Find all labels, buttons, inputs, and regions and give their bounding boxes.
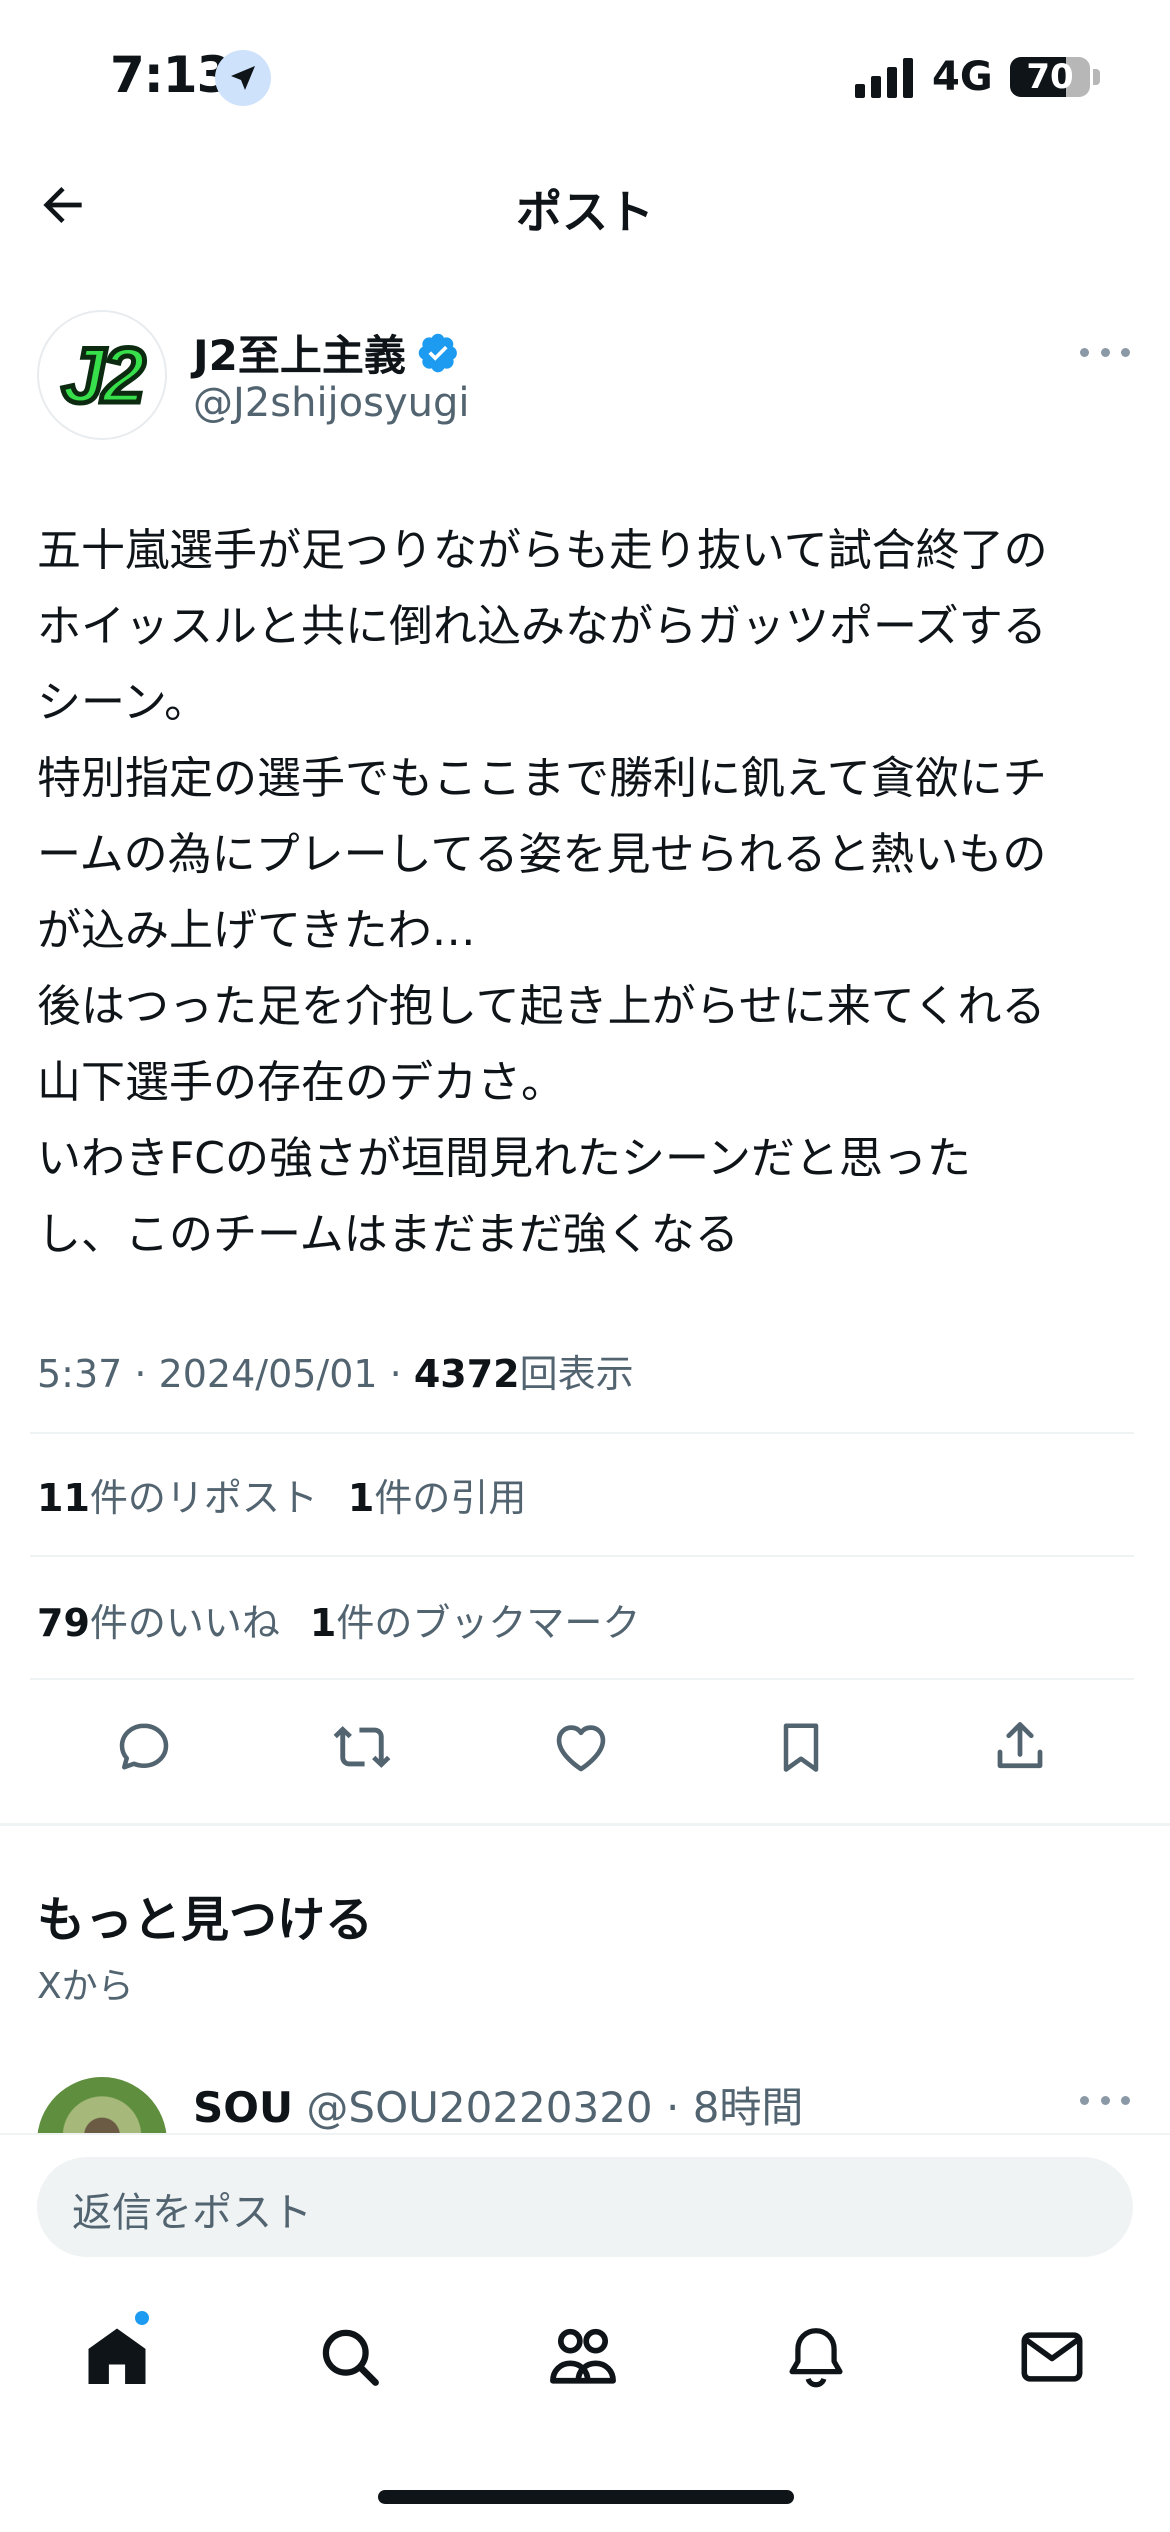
like-button[interactable] [546,1712,616,1782]
author-avatar[interactable]: J2 [37,310,167,440]
post-line: 山下選手の存在のデカさ。 [37,1057,565,1108]
discover-title: もっと見つける [37,1892,374,1948]
post-timestamp: 5:37 · 2024/05/01 · [37,1352,414,1396]
reply-placeholder: 返信をポスト [72,2190,312,2236]
more-icon [1100,2095,1110,2105]
location-icon [215,50,271,106]
tab-home[interactable] [77,2317,157,2397]
more-icon [1080,2095,1089,2105]
divider [30,1555,1134,1557]
author-name-row[interactable]: J2至上主義 [193,322,460,383]
network-type: 4G [932,54,993,100]
bookmark-icon [783,1723,819,1772]
bookmarks-stat[interactable]: 1件のブックマーク [310,1601,640,1645]
reposts-stat[interactable]: 11件のリポスト [37,1476,318,1520]
repost-icon [333,1726,391,1768]
likes-stat[interactable]: 79件のいいね [37,1601,280,1645]
like-icon [556,1725,606,1772]
author-handle[interactable]: @J2shijosyugi [193,380,470,426]
more-icon [1121,2095,1130,2105]
suggested-handle-time: @SOU20220320 · 8時間 [306,2083,804,2132]
post-line: が込み上げてきたわ… [37,905,476,956]
home-icon [88,2328,146,2384]
repost-button[interactable] [327,1712,397,1782]
share-button[interactable] [985,1712,1055,1782]
notifications-icon [789,2328,843,2388]
bookmark-button[interactable] [766,1712,836,1782]
post-line: 後はつった足を介抱して起き上がらせに来てくれる [37,981,1046,1032]
more-icon [1080,347,1089,357]
battery-level: 70 [1026,57,1074,97]
page-title: ポスト [516,185,654,239]
share-icon [997,1722,1043,1769]
like-bookmark-stats: 79件のいいね 1件のブックマーク [37,1592,640,1647]
quotes-count: 1 [347,1476,375,1520]
suggested-more-button[interactable] [1080,2080,1130,2120]
avatar-logo-text: J2 [59,328,148,421]
tab-communities[interactable] [543,2317,623,2397]
post-line: 特別指定の選手でもここまで勝利に飢えて貪欲にチ [37,753,1047,804]
home-indicator [378,2490,794,2504]
post-body: 五十嵐選手が足つりながらも走り抜いて試合終了の ホイッスルと共に倒れ込みながらガ… [37,513,1137,1273]
notification-dot [133,2309,151,2327]
communities-icon [550,2328,616,2384]
divider [30,1432,1134,1434]
tab-search[interactable] [310,2317,390,2397]
post-line: シーン。 [37,677,209,728]
post-meta: 5:37 · 2024/05/01 · 4372回表示 [37,1343,634,1398]
post-line: ホイッスルと共に倒れ込みながらガッツポーズする [37,601,1047,652]
search-icon [322,2329,379,2386]
status-bar: 7:13 4G 70 [0,0,1170,150]
post-line: し、このチームはまだまだ強くなる [37,1209,739,1260]
post-line: 五十嵐選手が足つりながらも走り抜いて試合終了の [37,525,1048,576]
signal-icon [855,58,913,98]
post-line: いわきFCの強さが垣間見れたシーンだと思った [37,1133,971,1184]
messages-icon [1021,2332,1083,2382]
bookmarks-count: 1 [309,1601,337,1645]
reply-icon [119,1723,169,1770]
suggested-author[interactable]: SOU @SOU20220320 · 8時間 [193,2074,803,2135]
reposts-label: 件のリポスト [89,1476,318,1520]
battery-tip [1093,69,1100,85]
section-separator [0,1823,1170,1826]
more-options-button[interactable] [1080,332,1130,372]
reply-button[interactable] [109,1712,179,1782]
likes-count: 79 [37,1601,90,1645]
more-icon [1100,347,1110,357]
view-label: 回表示 [519,1352,634,1396]
reposts-count: 11 [37,1476,90,1520]
author-name: J2至上主義 [193,331,406,380]
view-count: 4372 [413,1352,520,1396]
more-icon [1121,347,1130,357]
discover-subtitle: Xから [37,1966,134,2007]
battery-icon: 70 [1010,57,1090,97]
quotes-stat[interactable]: 1件の引用 [348,1476,526,1520]
likes-label: 件のいいね [89,1601,280,1645]
suggested-name: SOU [193,2083,294,2132]
divider [30,1678,1134,1680]
tab-messages[interactable] [1012,2317,1092,2397]
post-line: ームの為にプレーしてる姿を見せられると熱いもの [37,829,1047,880]
tab-notifications[interactable] [776,2317,856,2397]
quotes-label: 件の引用 [374,1476,527,1520]
bookmarks-label: 件のブックマーク [336,1601,641,1645]
verified-badge-icon [418,333,457,372]
top-header: ポスト [0,150,1170,265]
repost-quote-stats: 11件のリポスト 1件の引用 [37,1467,526,1522]
status-time: 7:13 [110,46,231,104]
